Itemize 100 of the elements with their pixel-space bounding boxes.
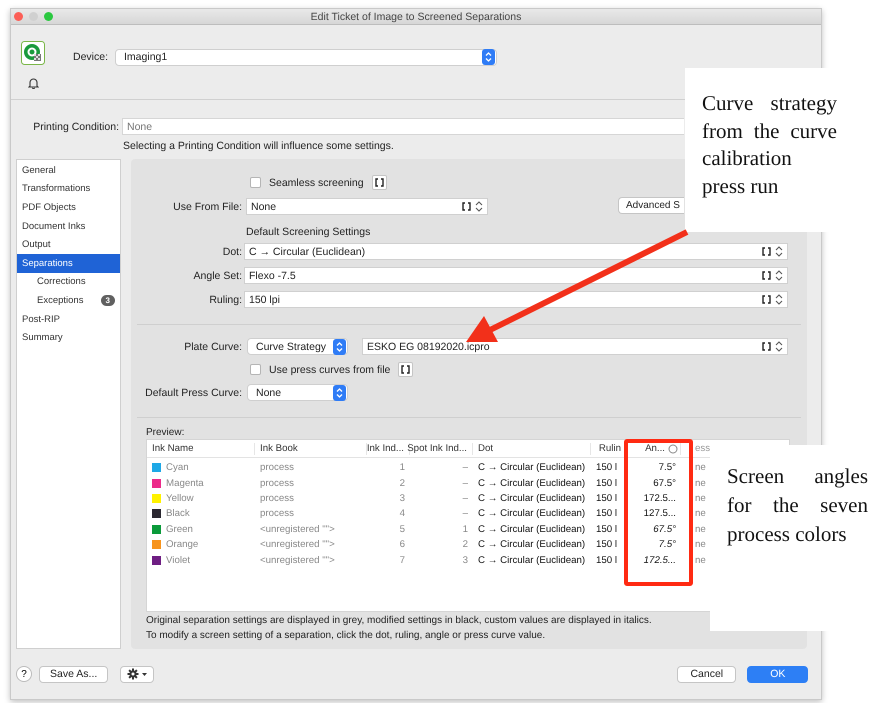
column-header[interactable]: Rulin (598, 443, 621, 454)
table-cell[interactable]: ne (695, 539, 706, 550)
table-cell[interactable]: 150 l (591, 539, 627, 550)
setting-dropdown[interactable]: 150 lpi (244, 291, 788, 308)
table-cell[interactable]: 172.5... (627, 554, 681, 566)
note-text: Original separation settings are displayed in grey, modified settings in black, custom values are displayed in italics. (146, 614, 652, 628)
sidebar-item[interactable]: General (17, 161, 120, 180)
table-cell: Cyan (166, 462, 189, 474)
table-cell-text: 1 (398, 462, 406, 474)
table-cell[interactable]: ne (695, 554, 706, 566)
bracket-icon[interactable] (762, 247, 771, 256)
cancel-button[interactable]: Cancel (677, 666, 736, 682)
table-cell[interactable]: 150 l (591, 554, 627, 566)
table-cell[interactable]: ne (695, 508, 706, 520)
sidebar-item[interactable]: Summary (17, 328, 120, 347)
table-cell[interactable]: C → Circular (Euclidean) (473, 554, 591, 566)
field-label: Angle Set: (192, 270, 242, 282)
table-cell[interactable]: C → Circular (Euclidean) (473, 524, 591, 535)
setting-dropdown[interactable]: Flexo -7.5 (244, 267, 788, 284)
gear-menu-button[interactable] (120, 666, 154, 682)
table-cell[interactable]: C → Circular (Euclidean) (473, 462, 591, 474)
column-header[interactable]: Ink Book (260, 443, 298, 454)
sidebar-item[interactable]: Corrections (17, 272, 120, 292)
column-header[interactable]: Ink Name (152, 443, 194, 454)
table-cell[interactable]: 150 l (591, 492, 627, 504)
table-cell-text: process (259, 478, 295, 489)
checkbox-label: Use press curves from file (269, 364, 390, 376)
table-cell-text: 1 (462, 524, 469, 535)
annotation-text: Curve strategy from the curve calibration press run (702, 90, 837, 200)
annotation-text: Screen angles for the seven process colors (727, 463, 868, 548)
bell-icon[interactable] (28, 77, 38, 89)
sidebar-item[interactable]: Document Inks (17, 216, 120, 236)
table-cell[interactable]: ne (695, 492, 706, 504)
table-cell[interactable]: 150 l (591, 462, 627, 474)
table-cell[interactable]: 150 l (591, 478, 627, 489)
bracket-icon[interactable] (762, 271, 771, 280)
sort-icon[interactable] (668, 444, 678, 454)
table-cell[interactable]: C → Circular (Euclidean) (473, 508, 591, 520)
gear-icon (127, 668, 140, 680)
column-header[interactable]: Spot Ink Ind... (407, 443, 467, 454)
sidebar-item[interactable]: Output (17, 235, 120, 254)
sidebar-item[interactable]: Exceptions 3 (17, 291, 120, 310)
stepper-icon[interactable] (775, 269, 783, 282)
sidebar-item[interactable]: Separations (17, 254, 120, 273)
table-cell[interactable]: 172.5... (627, 492, 681, 504)
table-cell: Magenta (166, 478, 204, 489)
stepper-icon[interactable] (775, 340, 783, 353)
sidebar-item[interactable]: Transformations (17, 180, 120, 198)
field-label: Printing Condition: (32, 120, 119, 132)
field-label: Device: (73, 51, 108, 63)
ok-button[interactable]: OK (747, 666, 808, 682)
stepper-icon[interactable] (475, 200, 483, 213)
checkbox[interactable] (250, 364, 261, 375)
table-cell[interactable]: C → Circular (Euclidean) (473, 492, 591, 504)
table-cell[interactable]: C → Circular (Euclidean) (473, 539, 591, 550)
save-as-button[interactable]: Save As... (39, 666, 108, 682)
stepper-icon[interactable] (482, 49, 496, 65)
bracket-button[interactable] (398, 362, 414, 377)
table-cell[interactable]: C → Circular (Euclidean) (473, 478, 591, 489)
help-button[interactable]: ? (16, 666, 32, 682)
setting-dropdown[interactable]: C → Circular (Euclidean) (244, 243, 788, 260)
curve-file-dropdown[interactable]: ESKO EG 08192020.icpro (362, 338, 788, 355)
sidebar-item[interactable]: Post-RIP (17, 310, 120, 328)
curve-mode-dropdown[interactable]: Curve Strategy (247, 338, 348, 355)
device-dropdown[interactable]: Imaging1 (115, 48, 498, 66)
table-cell: Yellow (166, 492, 194, 504)
bracket-icon[interactable] (762, 342, 771, 351)
stepper-icon[interactable] (333, 338, 346, 354)
table-cell[interactable]: 150 l (591, 524, 627, 535)
table-cell[interactable]: 150 l (591, 508, 627, 520)
table-cell[interactable]: 67.5° (627, 524, 681, 535)
table-cell[interactable]: 67.5° (627, 478, 681, 489)
stepper-icon[interactable] (333, 384, 346, 400)
table-cell-text: <unregistered ""> (259, 539, 336, 550)
column-header[interactable]: Ink Ind... (366, 443, 404, 454)
column-header[interactable]: An... (645, 443, 665, 454)
press-curve-dropdown[interactable]: None (247, 384, 348, 401)
table-cell-text: 2 (462, 539, 469, 550)
table-cell[interactable]: ne (695, 524, 706, 535)
count-badge: 3 (100, 294, 115, 306)
stepper-icon[interactable] (775, 293, 783, 306)
bracket-icon[interactable] (762, 295, 771, 304)
printing-condition-field[interactable]: None (122, 118, 684, 135)
table-cell[interactable]: 127.5... (627, 508, 681, 520)
bracket-icon[interactable] (462, 202, 471, 211)
stepper-icon[interactable] (775, 245, 783, 258)
section-heading: Default Screening Settings (246, 226, 370, 238)
table-cell-text: <unregistered ""> (259, 554, 336, 566)
table-cell[interactable]: 7.5° (627, 462, 681, 474)
column-header[interactable]: Dot (478, 443, 494, 454)
checkbox[interactable] (250, 177, 261, 188)
sidebar-item[interactable]: PDF Objects (17, 198, 120, 217)
table-cell[interactable]: ne (695, 478, 706, 489)
bracket-button[interactable] (372, 175, 387, 190)
field-label: Use From File: (172, 200, 242, 212)
table-cell: Green (166, 524, 193, 535)
advanced-button[interactable]: Advanced S (618, 197, 684, 214)
table-cell[interactable]: 7.5° (627, 539, 681, 550)
table-cell[interactable]: ne (695, 462, 706, 474)
file-dropdown[interactable]: None (246, 198, 488, 215)
